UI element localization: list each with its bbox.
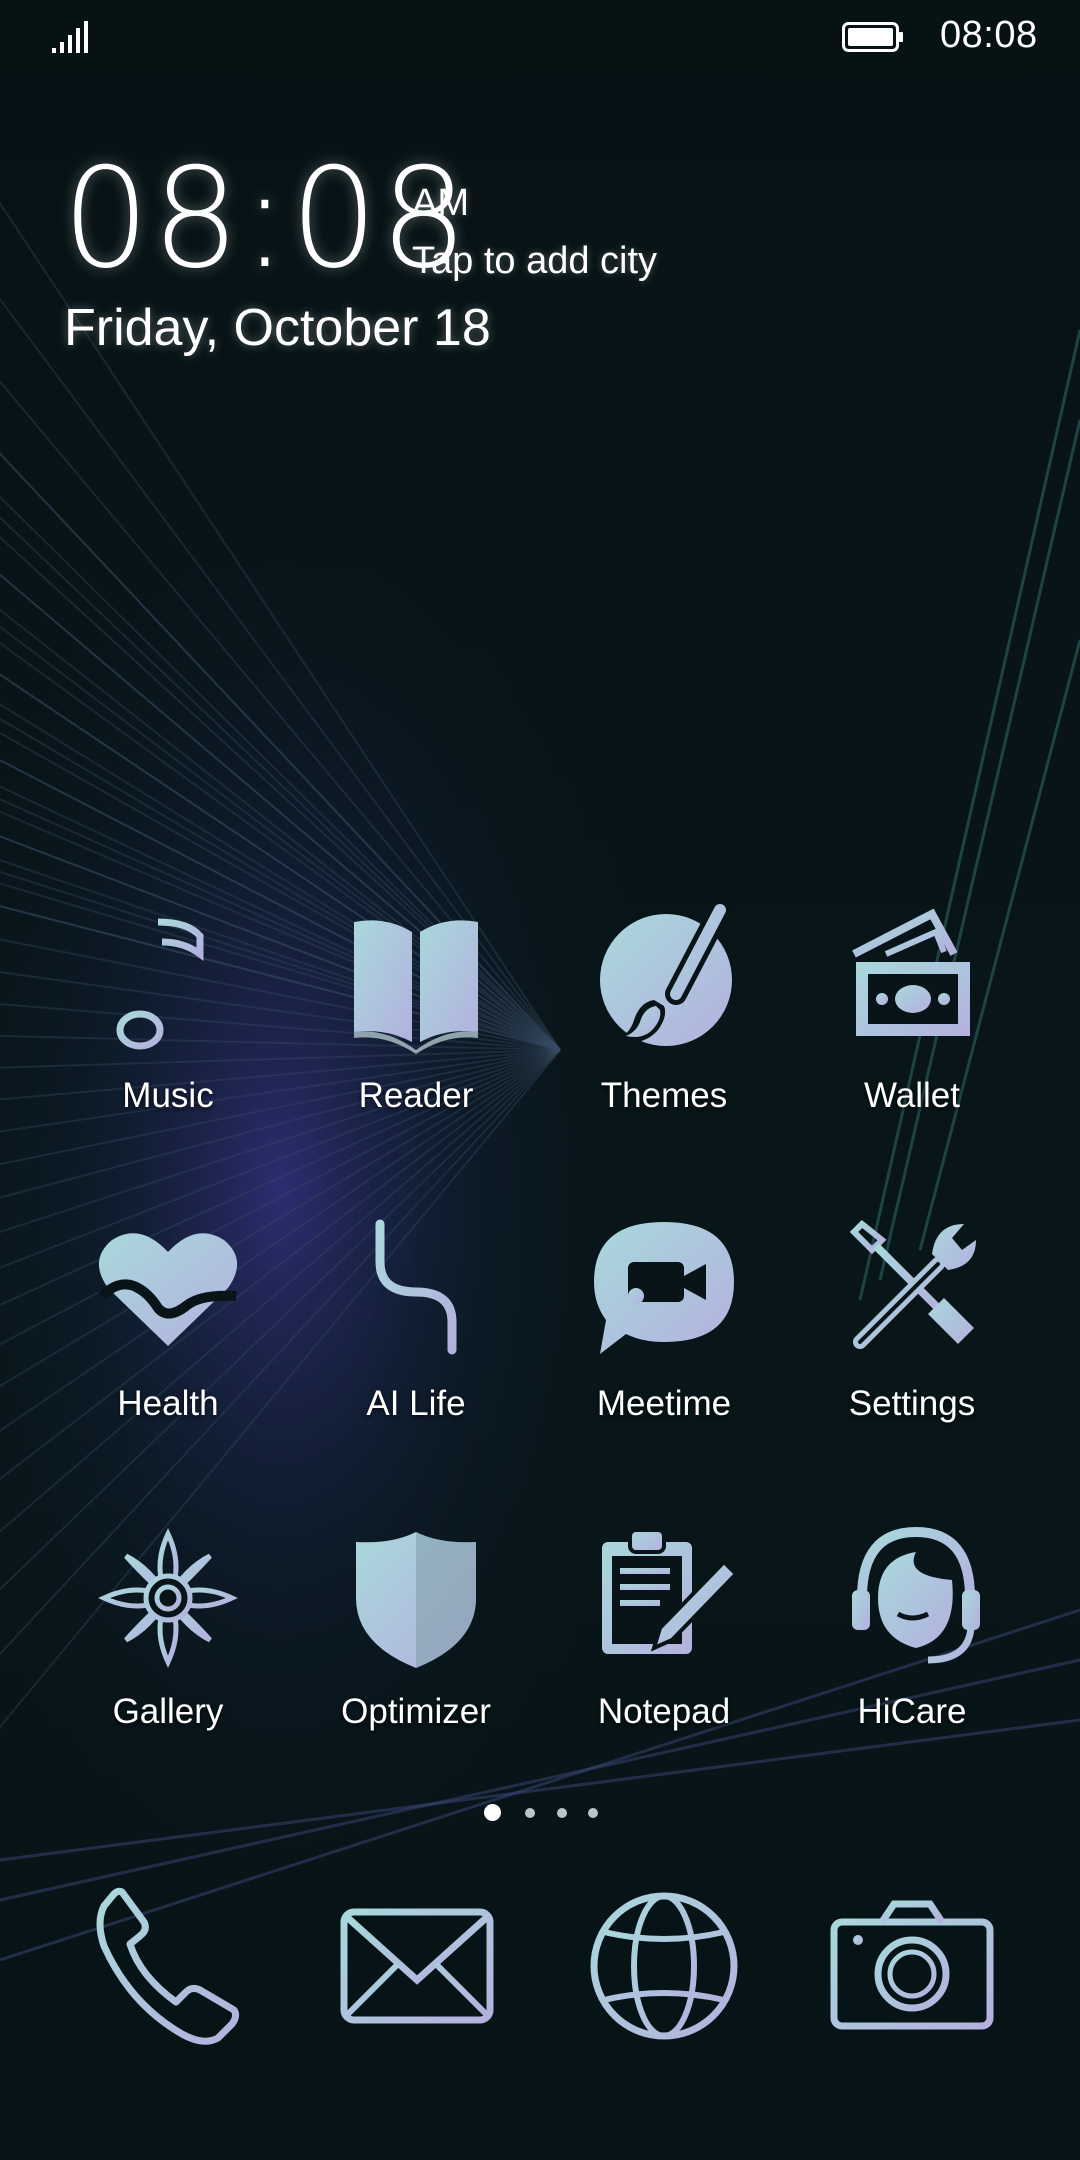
- ai-life-icon: [375, 1219, 457, 1355]
- app-hicare[interactable]: HiCare: [788, 1518, 1036, 1758]
- app-ai-life[interactable]: AI Life: [292, 1210, 540, 1450]
- mail-icon: [340, 1908, 494, 2024]
- dock-camera[interactable]: [822, 1876, 1002, 2056]
- app-label: Settings: [848, 1384, 976, 1423]
- app-label: Wallet: [864, 1076, 960, 1115]
- page-indicator[interactable]: [480, 1802, 600, 1826]
- battery-full-icon: [842, 22, 903, 52]
- paint-brush-icon: [600, 902, 732, 1046]
- video-chat-icon: [594, 1222, 734, 1354]
- app-optimizer[interactable]: Optimizer: [292, 1518, 540, 1758]
- camera-icon: [830, 1900, 994, 2030]
- clock-time[interactable]: 08:08: [62, 150, 470, 288]
- app-music[interactable]: Music: [44, 902, 292, 1142]
- app-label: Notepad: [597, 1692, 731, 1731]
- app-label: Music: [122, 1076, 214, 1115]
- clock-date: Friday, October 18: [64, 299, 491, 357]
- signal-strength-icon: [52, 21, 88, 53]
- shield-icon: [356, 1532, 476, 1668]
- globe-icon: [590, 1892, 738, 2040]
- app-settings[interactable]: Settings: [788, 1210, 1036, 1450]
- page-dot-1[interactable]: [484, 1804, 501, 1821]
- app-label: Gallery: [112, 1692, 224, 1731]
- status-time: 08:08: [940, 14, 1038, 56]
- app-meetime[interactable]: Meetime: [540, 1210, 788, 1450]
- app-health[interactable]: Health: [44, 1210, 292, 1450]
- app-reader[interactable]: Reader: [292, 902, 540, 1142]
- page-dot-2[interactable]: [525, 1808, 535, 1818]
- page-dot-4[interactable]: [588, 1808, 598, 1818]
- open-book-icon: [354, 920, 478, 1054]
- app-wallet[interactable]: Wallet: [788, 902, 1036, 1142]
- dock-mail[interactable]: [326, 1876, 506, 2056]
- app-themes[interactable]: Themes: [540, 902, 788, 1142]
- app-label: Optimizer: [341, 1692, 491, 1731]
- app-label: HiCare: [857, 1692, 967, 1731]
- page-dot-3[interactable]: [557, 1808, 567, 1818]
- heart-pulse-icon: [98, 1233, 238, 1346]
- add-city-link[interactable]: Tap to add city: [412, 240, 657, 283]
- status-bar: 08:08: [0, 0, 1080, 72]
- clipboard-pencil-icon: [602, 1528, 739, 1654]
- app-notepad[interactable]: Notepad: [540, 1518, 788, 1758]
- app-label: Meetime: [596, 1384, 732, 1423]
- app-label: Reader: [358, 1076, 474, 1115]
- app-label: AI Life: [366, 1384, 466, 1423]
- music-note-icon: [116, 918, 204, 1050]
- wallet-cash-icon: [852, 908, 970, 1036]
- dock-browser[interactable]: [574, 1876, 754, 2056]
- phone-icon: [96, 1887, 240, 2045]
- wrench-screwdriver-icon: [849, 1219, 976, 1349]
- headset-icon: [852, 1526, 980, 1664]
- app-label: Themes: [600, 1076, 728, 1115]
- app-label: Health: [117, 1384, 219, 1423]
- clock-ampm: AM: [412, 182, 469, 224]
- app-gallery[interactable]: Gallery: [44, 1518, 292, 1758]
- flower-icon: [98, 1528, 238, 1668]
- clock-weather-widget[interactable]: 08:08 AM Tap to add city Friday, October…: [62, 150, 762, 380]
- dock-phone[interactable]: [78, 1876, 258, 2056]
